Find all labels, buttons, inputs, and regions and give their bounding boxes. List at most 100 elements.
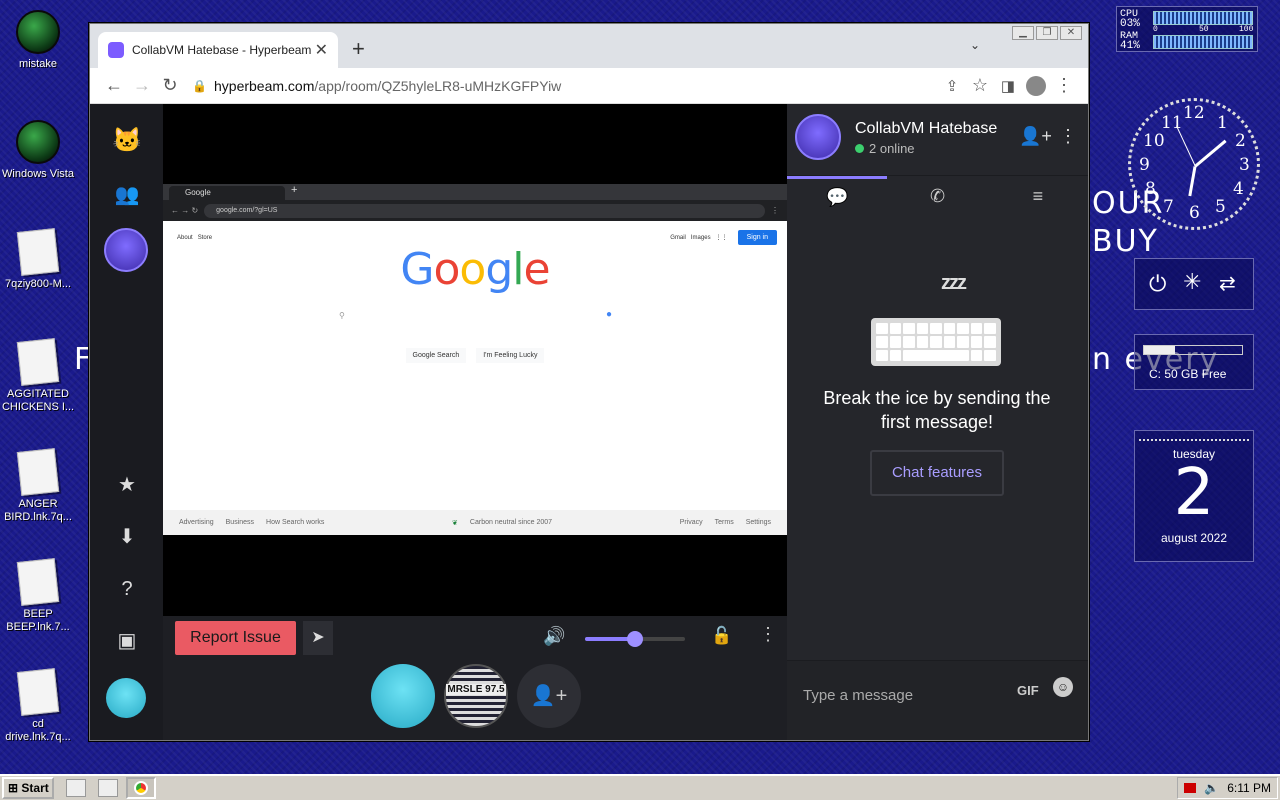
report-issue-button[interactable]: Report Issue bbox=[175, 621, 296, 655]
images-link[interactable]: Images bbox=[691, 235, 711, 241]
clock-number: 9 bbox=[1139, 155, 1150, 175]
message-input[interactable]: Type a message bbox=[803, 687, 913, 704]
mic-icon[interactable]: ● bbox=[606, 309, 612, 320]
stage-controls: Report Issue ➤ 🔊 🔓 ⋮ bbox=[163, 616, 787, 660]
tab-call[interactable]: ✆ bbox=[887, 176, 987, 216]
settings-link[interactable]: Settings bbox=[746, 519, 771, 526]
desktop-icon-document[interactable]: 7qziy800-M... bbox=[0, 228, 76, 291]
feeling-lucky-button[interactable]: I'm Feeling Lucky bbox=[476, 348, 545, 363]
add-user-icon[interactable]: 👤+ bbox=[1019, 126, 1052, 147]
address-bar[interactable]: 🔒 hyperbeam.com/app/room/QZ5hyleLR8-uMHz… bbox=[192, 72, 930, 100]
help-icon[interactable]: ? bbox=[112, 574, 142, 604]
room-avatar[interactable] bbox=[104, 228, 148, 272]
about-link[interactable]: About bbox=[177, 235, 193, 241]
taskbar: ⊞ Start 🔈 6:11 PM bbox=[0, 774, 1280, 800]
minimize-button[interactable]: ▁ bbox=[1012, 26, 1034, 40]
hyperbeam-logo-icon[interactable]: 🐱 bbox=[112, 126, 142, 156]
google-top-links: About Store Gmail Images ⋮⋮ Sign in bbox=[177, 230, 777, 245]
back-icon[interactable]: ← bbox=[100, 75, 128, 96]
download-icon[interactable]: ⬇ bbox=[112, 522, 142, 552]
recycle-icon bbox=[16, 120, 60, 164]
emoji-icon[interactable]: ☺ bbox=[1053, 677, 1073, 697]
inner-new-tab-icon[interactable]: + bbox=[291, 184, 297, 196]
share-icon[interactable]: ⇪ bbox=[938, 77, 966, 95]
volume-slider[interactable] bbox=[585, 631, 685, 647]
desktop-icon-cd-drive[interactable]: cd drive.lnk.7q... bbox=[0, 668, 76, 744]
inner-tab-google[interactable]: Google bbox=[169, 186, 285, 200]
quicklaunch-icon[interactable] bbox=[98, 779, 118, 797]
reload-icon[interactable]: ↻ bbox=[156, 75, 184, 96]
start-button[interactable]: ⊞ Start bbox=[2, 777, 54, 799]
new-tab-button[interactable]: + bbox=[352, 36, 365, 62]
hyperbeam-app: 🐱 👥 ★ ⬇ ? ▣ Google + ← → ↻ google.com/?g… bbox=[90, 104, 1088, 740]
cursor-icon[interactable]: ➤ bbox=[303, 621, 333, 655]
inbox-icon[interactable]: ▣ bbox=[112, 626, 142, 656]
shared-browser-view[interactable]: Google + ← → ↻ google.com/?gl=US ⋮ About… bbox=[163, 184, 787, 535]
browser-toolbar: ← → ↻ 🔒 hyperbeam.com/app/room/QZ5hyleLR… bbox=[90, 68, 1088, 104]
inner-menu-icon[interactable]: ⋮ bbox=[771, 206, 779, 215]
clock-number: 1 bbox=[1217, 113, 1228, 133]
power-icon[interactable]: ⏻ bbox=[1149, 271, 1166, 297]
invite-user-icon[interactable]: 👤+ bbox=[517, 664, 581, 728]
how-search-works-link[interactable]: How Search works bbox=[266, 519, 324, 526]
inner-nav-icons[interactable]: ← → ↻ bbox=[171, 206, 198, 215]
tab-chat[interactable]: 💬 bbox=[787, 176, 888, 216]
chevron-down-icon[interactable]: ⌄ bbox=[970, 38, 980, 52]
speaker-icon[interactable]: 🔈 bbox=[1204, 781, 1219, 795]
ram-bar bbox=[1153, 35, 1253, 49]
participant-avatar[interactable] bbox=[371, 664, 435, 728]
tray-app-icon[interactable] bbox=[1184, 783, 1197, 793]
desktop-icon-anger-bird[interactable]: ANGER BIRD.lnk.7q... bbox=[0, 448, 76, 524]
signin-button[interactable]: Sign in bbox=[737, 230, 777, 245]
quicklaunch-icon[interactable] bbox=[66, 779, 86, 797]
business-link[interactable]: Business bbox=[226, 519, 254, 526]
volume-icon[interactable]: 🔊 bbox=[543, 626, 565, 647]
menu-icon[interactable]: ⋮ bbox=[1050, 75, 1078, 96]
more-icon[interactable]: ⋮ bbox=[759, 624, 777, 645]
clock-time[interactable]: 6:11 PM bbox=[1227, 781, 1271, 795]
forward-icon[interactable]: → bbox=[128, 75, 156, 96]
message-composer[interactable]: Type a message GIF ☺ bbox=[787, 660, 1088, 740]
user-avatar[interactable] bbox=[106, 678, 146, 718]
close-button[interactable]: ✕ bbox=[1060, 26, 1082, 40]
url-host: hyperbeam.com bbox=[214, 77, 315, 94]
terms-link[interactable]: Terms bbox=[715, 519, 734, 526]
desktop-icon-chickens[interactable]: AGGITATED CHICKENS I... bbox=[0, 338, 76, 414]
shared-browser-stage[interactable]: Google + ← → ↻ google.com/?gl=US ⋮ About… bbox=[163, 104, 787, 616]
maximize-button[interactable]: ❐ bbox=[1036, 26, 1058, 40]
desktop-icon-mistake[interactable]: mistake bbox=[0, 10, 76, 71]
room-avatar[interactable] bbox=[795, 114, 841, 160]
sidebar-icon[interactable]: ◨ bbox=[994, 77, 1022, 95]
inner-address-bar[interactable]: google.com/?gl=US bbox=[204, 203, 765, 218]
system-tray: 🔈 6:11 PM bbox=[1177, 777, 1278, 799]
friends-icon[interactable]: 👥 bbox=[112, 180, 142, 210]
swap-icon[interactable]: ⇄ bbox=[1219, 271, 1236, 296]
privacy-link[interactable]: Privacy bbox=[680, 519, 703, 526]
gif-button[interactable]: GIF bbox=[1017, 683, 1039, 698]
star-icon[interactable]: ★ bbox=[112, 470, 142, 500]
store-link[interactable]: Store bbox=[198, 235, 212, 241]
profile-button[interactable] bbox=[1022, 75, 1050, 96]
volume-knob[interactable] bbox=[627, 631, 643, 647]
google-search-box[interactable]: ⚲ ● bbox=[333, 307, 618, 329]
scale-label: 0 bbox=[1153, 25, 1158, 34]
advertising-link[interactable]: Advertising bbox=[179, 519, 214, 526]
taskbar-chrome-button[interactable] bbox=[126, 777, 156, 799]
carbon-neutral-link[interactable]: Carbon neutral since 2007 bbox=[470, 519, 552, 526]
tab-hyperbeam[interactable]: CollabVM Hatebase - Hyperbeam ✕ bbox=[98, 32, 338, 68]
chat-features-button[interactable]: Chat features bbox=[870, 450, 1004, 496]
drive-gadget: C: 50 GB Free bbox=[1134, 334, 1254, 390]
lock-icon[interactable]: 🔓 bbox=[711, 626, 732, 646]
settings-icon[interactable]: ✳ bbox=[1183, 269, 1201, 295]
close-icon[interactable]: ✕ bbox=[315, 40, 328, 60]
participant-avatar[interactable]: MRSLE 97.5 bbox=[444, 664, 508, 728]
google-search-button[interactable]: Google Search bbox=[405, 348, 467, 363]
gmail-link[interactable]: Gmail bbox=[670, 235, 686, 241]
tab-queue[interactable]: ≡ bbox=[988, 176, 1088, 216]
desktop-icon-windows-vista[interactable]: Windows Vista bbox=[0, 120, 76, 181]
apps-grid-icon[interactable]: ⋮⋮ bbox=[716, 234, 728, 241]
profile-icon bbox=[1026, 75, 1046, 96]
more-icon[interactable]: ⋮ bbox=[1059, 126, 1077, 147]
star-icon[interactable]: ☆ bbox=[966, 75, 994, 96]
desktop-icon-beep[interactable]: BEEP BEEP.lnk.7... bbox=[0, 558, 76, 634]
